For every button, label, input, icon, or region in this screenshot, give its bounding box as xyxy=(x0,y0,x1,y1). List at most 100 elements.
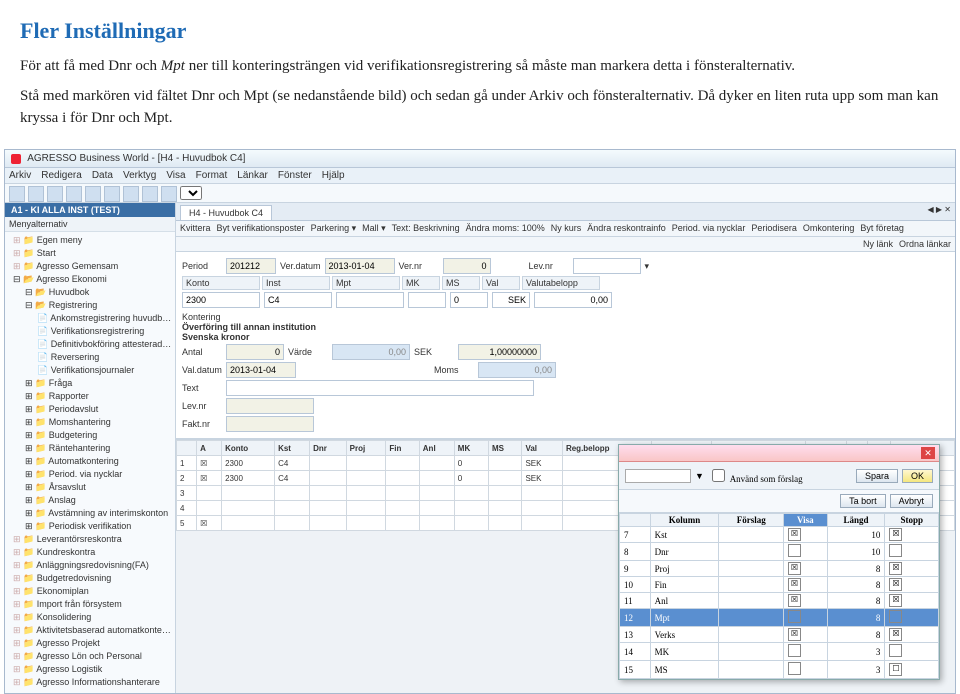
toolbar-item[interactable]: Omkontering xyxy=(803,223,855,234)
close-icon[interactable]: ✕ xyxy=(921,447,935,459)
avbryt-button[interactable]: Avbryt xyxy=(890,494,933,508)
grid-cell[interactable] xyxy=(489,516,522,531)
menu-item[interactable]: Fönster xyxy=(278,170,312,181)
grid-cell[interactable] xyxy=(310,471,347,486)
ok-button[interactable]: OK xyxy=(902,469,933,483)
grid-cell[interactable] xyxy=(197,486,222,501)
toolbar-item[interactable]: Ändra reskontrainfo xyxy=(587,223,666,234)
period-input[interactable] xyxy=(226,258,276,274)
toolbar-icon[interactable] xyxy=(123,186,139,202)
grid-cell[interactable] xyxy=(489,471,522,486)
visa-checkbox[interactable] xyxy=(788,644,801,657)
dialog-row[interactable]: 13Verks☒8☒ xyxy=(620,627,939,643)
dialog-row[interactable]: 10Fin☒8☒ xyxy=(620,577,939,593)
tabstrip[interactable]: H4 - Huvudbok C4 ◀ ▶ ✕ xyxy=(176,203,955,221)
grid-cell[interactable] xyxy=(310,456,347,471)
dialog-col-hdr[interactable]: Längd xyxy=(827,514,885,527)
grid-cell[interactable] xyxy=(489,501,522,516)
grid-col-hdr[interactable]: Proj xyxy=(346,441,386,456)
menu-item[interactable]: Format xyxy=(196,170,228,181)
grid-cell[interactable]: ☒ xyxy=(197,516,222,531)
dialog-col-hdr[interactable]: Förslag xyxy=(719,514,784,527)
tree-item[interactable]: Agresso Ekonomi xyxy=(9,273,173,286)
dialog-col-hdr[interactable]: Stopp xyxy=(885,514,939,527)
dialog-col-hdr[interactable]: Kolumn xyxy=(650,514,719,527)
tabstrip-right-icons[interactable]: ◀ ▶ ✕ xyxy=(928,205,951,214)
verdatum-input[interactable] xyxy=(325,258,395,274)
vernr-input[interactable] xyxy=(443,258,491,274)
antal-input[interactable] xyxy=(226,344,284,360)
tree-item[interactable]: Anläggningsredovisning(FA) xyxy=(9,559,173,572)
grid-cell[interactable]: C4 xyxy=(275,471,310,486)
nav-tree[interactable]: Egen menyStartAgresso GemensamAgresso Ek… xyxy=(5,232,175,693)
valdatum-input[interactable] xyxy=(226,362,296,378)
visa-checkbox[interactable]: ☒ xyxy=(788,594,801,607)
grid-cell[interactable] xyxy=(386,471,419,486)
tree-item[interactable]: Budgetredovisning xyxy=(9,572,173,585)
menu-item[interactable]: Data xyxy=(92,170,113,181)
form-cell[interactable] xyxy=(408,292,446,308)
spara-button[interactable]: Spara xyxy=(856,469,898,483)
toolbar-item[interactable]: Mall ▾ xyxy=(362,223,386,234)
dialog-row[interactable]: 9Proj☒8☒ xyxy=(620,561,939,577)
grid-cell[interactable] xyxy=(419,516,454,531)
grid-cell[interactable] xyxy=(346,471,386,486)
menu-item[interactable]: Länkar xyxy=(237,170,268,181)
grid-col-hdr[interactable] xyxy=(177,441,197,456)
tree-item[interactable]: Räntehantering xyxy=(9,442,173,455)
visa-checkbox[interactable]: ☒ xyxy=(788,628,801,641)
grid-cell[interactable]: 2300 xyxy=(222,471,275,486)
toolbar-icon[interactable] xyxy=(9,186,25,202)
use-default-checkbox[interactable]: Använd som förslag xyxy=(708,466,803,485)
dialog-row[interactable]: 12Mpt8 xyxy=(620,609,939,627)
toolbar-item[interactable]: Text: Beskrivning xyxy=(392,223,460,234)
visa-checkbox[interactable] xyxy=(788,662,801,675)
grid-col-hdr[interactable]: Fin xyxy=(386,441,419,456)
tree-item[interactable]: Registrering xyxy=(9,299,173,312)
tree-item[interactable]: Ekonomiplan xyxy=(9,585,173,598)
toolbar-icon[interactable] xyxy=(104,186,120,202)
toolbar-item[interactable]: Period. via nycklar xyxy=(672,223,746,234)
grid-col-hdr[interactable]: Konto xyxy=(222,441,275,456)
grid-cell[interactable] xyxy=(386,516,419,531)
grid-cell[interactable] xyxy=(346,516,386,531)
grid-cell[interactable] xyxy=(275,516,310,531)
tree-item[interactable]: Rapporter xyxy=(9,390,173,403)
tree-item[interactable]: Agresso Informationshanterare xyxy=(9,676,173,689)
dialog-row[interactable]: 14MK3 xyxy=(620,643,939,661)
text-input[interactable] xyxy=(226,380,534,396)
dropdown-icon[interactable]: ▼ xyxy=(695,471,704,481)
toolbar-icon[interactable] xyxy=(66,186,82,202)
tree-item[interactable]: Kundreskontra xyxy=(9,546,173,559)
dialog-filter-input[interactable] xyxy=(625,469,691,483)
tree-item[interactable]: Aktivitetsbaserad automatkontering xyxy=(9,624,173,637)
toolbar-select[interactable] xyxy=(180,186,202,200)
grid-cell[interactable]: 2300 xyxy=(222,456,275,471)
dropdown-icon[interactable]: ▾ xyxy=(645,261,650,272)
tree-item[interactable]: Automatkontering xyxy=(9,455,173,468)
toolbar-secondary[interactable]: KvitteraByt verifikationsposterParkering… xyxy=(176,221,955,237)
tree-item[interactable]: Verifikationsjournaler xyxy=(9,364,173,377)
toolbar-link[interactable]: Ordna länkar xyxy=(899,239,951,249)
visa-checkbox[interactable] xyxy=(788,610,801,623)
toolbar-item[interactable]: Ändra moms: 100% xyxy=(466,223,545,234)
tree-item[interactable]: Ankomstregistrering huvudbokstransaktion… xyxy=(9,312,173,325)
toolbar-icon[interactable] xyxy=(28,186,44,202)
grid-cell[interactable]: SEK xyxy=(522,456,563,471)
tree-item[interactable]: Import från försystem xyxy=(9,598,173,611)
grid-cell[interactable] xyxy=(346,456,386,471)
tree-item[interactable]: Fråga xyxy=(9,377,173,390)
grid-cell[interactable]: 1 xyxy=(177,456,197,471)
stopp-checkbox[interactable]: ☒ xyxy=(889,562,902,575)
stopp-checkbox[interactable] xyxy=(889,644,902,657)
tree-item[interactable]: Agresso Logistik xyxy=(9,663,173,676)
grid-cell[interactable] xyxy=(386,456,419,471)
stopp-checkbox[interactable]: ☒ xyxy=(889,578,902,591)
tree-item[interactable]: Periodavslut xyxy=(9,403,173,416)
tree-item[interactable]: Konsolidering xyxy=(9,611,173,624)
tree-item[interactable]: Verifikationsregistrering xyxy=(9,325,173,338)
toolbar-link[interactable]: Ny länk xyxy=(863,239,893,249)
visa-checkbox[interactable]: ☒ xyxy=(788,528,801,541)
grid-cell[interactable]: ☒ xyxy=(197,456,222,471)
toolbar-item[interactable]: Kvittera xyxy=(180,223,211,234)
